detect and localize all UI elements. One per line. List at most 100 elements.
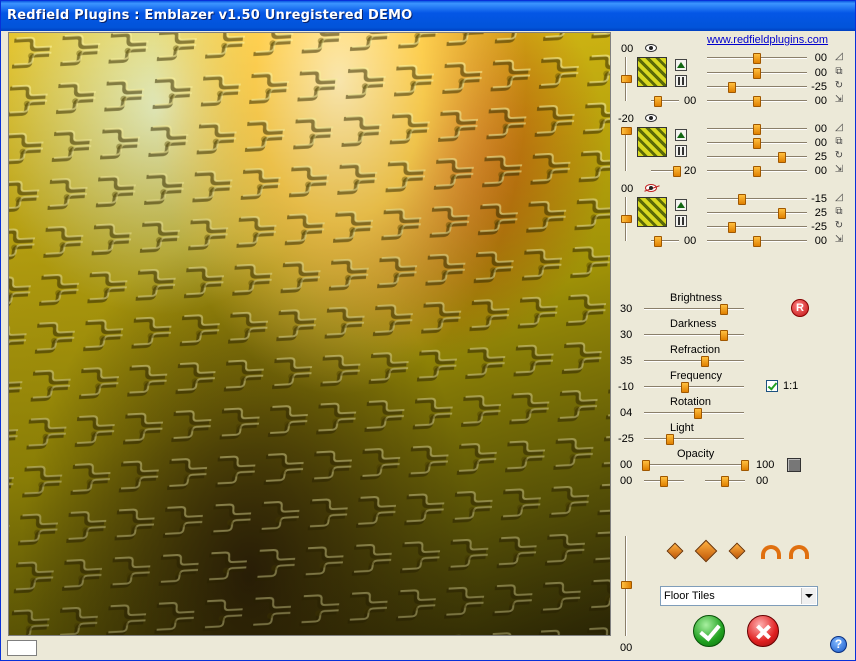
offset-icon: ⇲ [834,164,844,175]
layer1-slider-3-thumb[interactable] [728,82,736,93]
rotate-icon: ↻ [834,220,844,231]
frequency-thumb[interactable] [681,382,689,393]
refraction-slider[interactable] [644,360,744,362]
layer1-bottom-thumb[interactable] [654,96,662,107]
layer3-slider-2[interactable] [707,212,807,214]
layer3-depth-thumb[interactable] [621,215,632,223]
title-bar[interactable]: Redfield Plugins : Emblazer v1.50 Unregi… [1,1,855,31]
light-value: -25 [618,433,634,445]
diamond-medium-icon [728,542,746,560]
small-diamond-button[interactable] [665,541,685,561]
layer2-value-1: 00 [814,123,827,135]
layer1-invert-button[interactable] [675,75,687,87]
layer2-depth-value: -20 [618,113,634,125]
layer2-slider-3-thumb[interactable] [778,152,786,163]
layer3-slider-1-thumb[interactable] [738,194,746,205]
medium-diamond-button[interactable] [727,541,747,561]
layer3-bottom-thumb[interactable] [654,236,662,247]
opacity-slider[interactable] [644,464,746,466]
cancel-button[interactable] [747,615,779,647]
layer1-raise-button[interactable] [675,59,687,71]
layer2-raise-button[interactable] [675,129,687,141]
rotation-label: Rotation [670,396,711,408]
preview-canvas[interactable] [8,32,611,636]
window-title: Redfield Plugins : Emblazer v1.50 Unregi… [7,8,413,23]
preset-selected-value: Floor Tiles [664,590,715,602]
arch-right-button[interactable] [787,543,811,563]
reset-label: R [796,302,804,314]
large-diamond-button[interactable] [694,539,718,563]
light-thumb[interactable] [666,434,674,445]
layer2-bottom-thumb[interactable] [673,166,681,177]
layer3-bottom-value: 00 [684,235,697,247]
help-button[interactable]: ? [830,636,847,653]
brightness-thumb[interactable] [720,304,728,315]
eye-icon[interactable] [645,114,657,122]
layer1-slider-3[interactable] [707,86,807,88]
layer2-pattern-swatch[interactable] [637,127,667,157]
layer3-slider-2-thumb[interactable] [778,208,786,219]
layer3-slider-3[interactable] [707,226,807,228]
arch-right-icon [789,545,809,559]
rotation-value: 04 [620,407,633,419]
scale-icon: ⧉ [835,66,843,77]
layer1-slider-2-thumb[interactable] [753,68,761,79]
zoom-value: 00 [620,642,633,654]
diamond-large-icon [694,539,718,563]
arch-left-button[interactable] [759,543,783,563]
layer2-slider-3[interactable] [707,156,807,158]
layer1-depth-value: 00 [621,43,634,55]
brightness-slider[interactable] [644,308,744,310]
layer3-pattern-swatch[interactable] [637,197,667,227]
layer1-slider-4-thumb[interactable] [753,96,761,107]
ok-button[interactable] [693,615,725,647]
opacity-low-right-thumb[interactable] [721,476,729,487]
opacity-low-right-value: 00 [756,475,769,487]
offset-icon: ⇲ [834,94,844,105]
layer1-depth-thumb[interactable] [621,75,632,83]
layer1-value-3: -25 [811,81,827,93]
zoom-thumb[interactable] [621,581,632,589]
layer3-slider-3-thumb[interactable] [728,222,736,233]
layer2-depth-thumb[interactable] [621,127,632,135]
reset-button[interactable]: R [791,299,809,317]
layer3-raise-button[interactable] [675,199,687,211]
light-slider[interactable] [644,438,744,440]
layer3-value-2: 25 [814,207,827,219]
layer1-slider-1-thumb[interactable] [753,53,761,64]
frequency-slider[interactable] [644,386,744,388]
layer2-bottom-value: 20 [684,165,697,177]
darkness-thumb[interactable] [720,330,728,341]
darkness-slider[interactable] [644,334,744,336]
layer2-slider-4-thumb[interactable] [753,166,761,177]
angle-icon: ◿ [835,122,843,133]
website-link[interactable]: www.redfieldplugins.com [707,34,828,46]
opacity-max-thumb[interactable] [741,460,749,471]
opacity-color-button[interactable] [787,458,801,472]
layer2-invert-button[interactable] [675,145,687,157]
rotation-thumb[interactable] [694,408,702,419]
opacity-min-thumb[interactable] [642,460,650,471]
layer1-pattern-swatch[interactable] [637,57,667,87]
brightness-label: Brightness [670,292,722,304]
eye-hidden-icon[interactable] [645,184,657,192]
layer3-slider-4-thumb[interactable] [753,236,761,247]
arch-left-icon [761,545,781,559]
one-to-one-checkbox[interactable] [766,380,778,392]
help-icon: ? [834,637,843,651]
angle-icon: ◿ [835,51,843,62]
scale-icon: ⧉ [835,136,843,147]
preset-select[interactable]: Floor Tiles [660,586,818,606]
eye-icon[interactable] [645,44,657,52]
status-indicator [7,640,37,656]
layer2-slider-2-thumb[interactable] [753,138,761,149]
layer2-slider-1-thumb[interactable] [753,124,761,135]
chevron-down-icon[interactable] [801,588,816,604]
layer3-invert-button[interactable] [675,215,687,227]
layer3-value-3: -25 [811,221,827,233]
opacity-min-value: 00 [620,459,633,471]
layer3-slider-1[interactable] [707,198,807,200]
opacity-low-left-thumb[interactable] [660,476,668,487]
layer3-value-4: 00 [814,235,827,247]
refraction-thumb[interactable] [701,356,709,367]
